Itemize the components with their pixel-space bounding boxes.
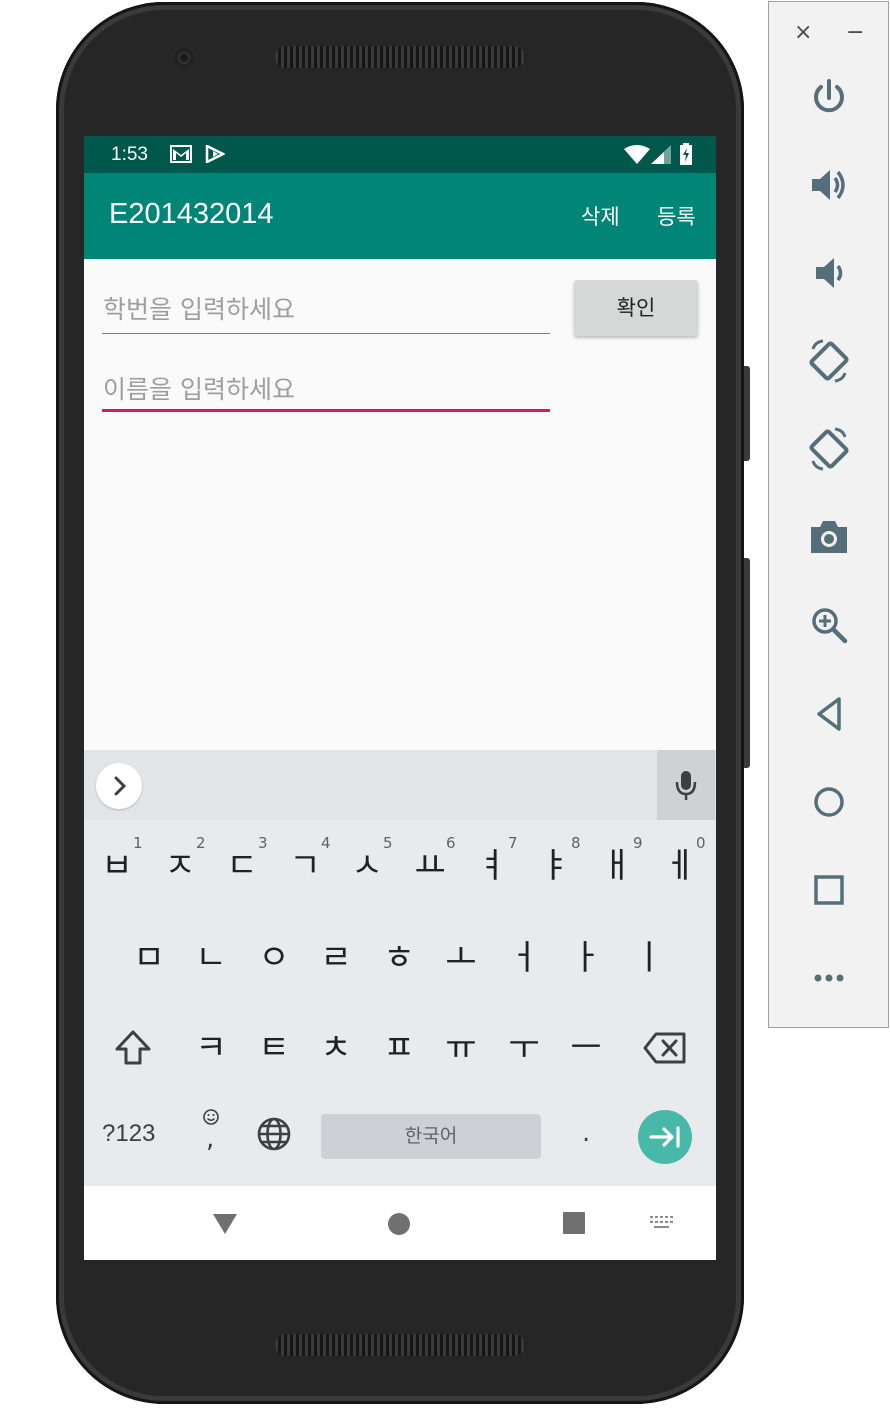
student-id-input[interactable]: 학번을 입력하세요: [102, 274, 550, 334]
signal-icon: [651, 145, 671, 164]
soft-keyboard: 1 2 3 4 5 6 7 8 9 0 ㅂ ㅈ ㄷ ㄱ ㅅ ㅛ ㅕ ㅑ ㅐ ㅔ …: [84, 750, 716, 1186]
bottom-speaker: [275, 1334, 525, 1356]
enter-key[interactable]: [638, 1110, 692, 1164]
back-icon[interactable]: [807, 692, 851, 736]
name-underline: [102, 409, 550, 412]
key[interactable]: ㄱ: [279, 846, 331, 886]
gmail-icon: [170, 145, 192, 163]
key[interactable]: ㅁ: [123, 938, 175, 978]
key[interactable]: ㄷ: [216, 846, 268, 886]
emulator-close-button[interactable]: ×: [794, 20, 812, 45]
power-side-button: [744, 366, 750, 461]
key[interactable]: ㅕ: [466, 846, 518, 886]
menu-delete[interactable]: 삭제: [581, 201, 620, 231]
name-input[interactable]: 이름을 입력하세요: [102, 351, 550, 412]
student-id-underline: [102, 333, 550, 334]
globe-icon[interactable]: [256, 1116, 292, 1152]
camera-icon[interactable]: [807, 515, 851, 559]
comma-key[interactable]: ,: [206, 1124, 214, 1154]
student-id-placeholder: 학번을 입력하세요: [103, 295, 295, 324]
key[interactable]: ㅣ: [623, 938, 675, 978]
key[interactable]: ㄹ: [310, 938, 362, 978]
volume-side-button: [744, 558, 750, 768]
key[interactable]: ㅅ: [341, 846, 393, 886]
key[interactable]: ㅑ: [529, 846, 581, 886]
key[interactable]: ㅊ: [310, 1028, 362, 1068]
volume-down-icon[interactable]: [807, 251, 851, 295]
emulator-minimize-button[interactable]: −: [846, 20, 864, 45]
voice-input-button[interactable]: [657, 750, 715, 820]
back-down-icon[interactable]: [211, 1212, 239, 1236]
key[interactable]: ㅎ: [373, 938, 425, 978]
key[interactable]: ㅋ: [185, 1028, 237, 1068]
key[interactable]: ㅍ: [373, 1028, 425, 1068]
keyboard-suggestion-strip: [84, 750, 716, 820]
play-store-icon: [205, 145, 225, 163]
key[interactable]: ㄴ: [185, 938, 237, 978]
key[interactable]: ㅏ: [560, 938, 612, 978]
emulator-toolbar: × −: [768, 1, 889, 1028]
backspace-icon[interactable]: [642, 1028, 688, 1068]
key[interactable]: ㅜ: [498, 1028, 550, 1068]
microphone-icon: [675, 771, 697, 800]
key[interactable]: ㅇ: [248, 938, 300, 978]
symbols-key[interactable]: ?123: [102, 1120, 155, 1148]
status-time: 1:53: [111, 144, 148, 165]
home-icon[interactable]: [387, 1212, 411, 1236]
zoom-icon[interactable]: [807, 603, 851, 647]
earpiece-speaker: [275, 46, 525, 68]
period-key[interactable]: .: [582, 1118, 590, 1148]
key[interactable]: ㅡ: [560, 1028, 612, 1068]
key[interactable]: ㅗ: [435, 938, 487, 978]
key[interactable]: ㅔ: [654, 846, 706, 886]
wifi-icon: [624, 145, 650, 164]
more-icon[interactable]: [807, 956, 851, 1000]
key[interactable]: ㅌ: [248, 1028, 300, 1068]
app-toolbar: E201432014 삭제 등록: [84, 173, 716, 259]
key[interactable]: ㅐ: [591, 846, 643, 886]
key[interactable]: ㅂ: [91, 846, 143, 886]
key[interactable]: ㅓ: [498, 938, 550, 978]
confirm-button[interactable]: 확인: [574, 280, 698, 336]
overview-icon[interactable]: [807, 868, 851, 912]
menu-register[interactable]: 등록: [657, 201, 696, 231]
chevron-right-icon: [114, 776, 127, 796]
next-arrow-icon: [649, 1126, 680, 1148]
key[interactable]: ㅈ: [154, 846, 206, 886]
key[interactable]: ㅠ: [435, 1028, 487, 1068]
rotate-left-icon[interactable]: [807, 339, 851, 383]
keyboard-expand-button[interactable]: [96, 763, 142, 809]
power-icon[interactable]: [807, 76, 851, 120]
recents-icon[interactable]: [563, 1212, 585, 1234]
navigation-bar: [84, 1186, 716, 1260]
front-camera: [174, 48, 194, 68]
phone-screen: 1:53 E201432014 삭제 등록 학번을 입력하세요 확인 이름을 입…: [84, 136, 716, 1260]
home-icon[interactable]: [807, 780, 851, 824]
keyboard-switch-icon[interactable]: [649, 1215, 675, 1231]
shift-icon[interactable]: [113, 1028, 153, 1068]
status-bar: 1:53: [84, 136, 716, 173]
rotate-right-icon[interactable]: [807, 427, 851, 471]
battery-icon: [680, 143, 692, 165]
space-key[interactable]: 한국어: [321, 1114, 541, 1159]
name-placeholder: 이름을 입력하세요: [103, 375, 295, 404]
app-title: E201432014: [109, 198, 274, 230]
volume-up-icon[interactable]: [807, 163, 851, 207]
key[interactable]: ㅛ: [404, 846, 456, 886]
